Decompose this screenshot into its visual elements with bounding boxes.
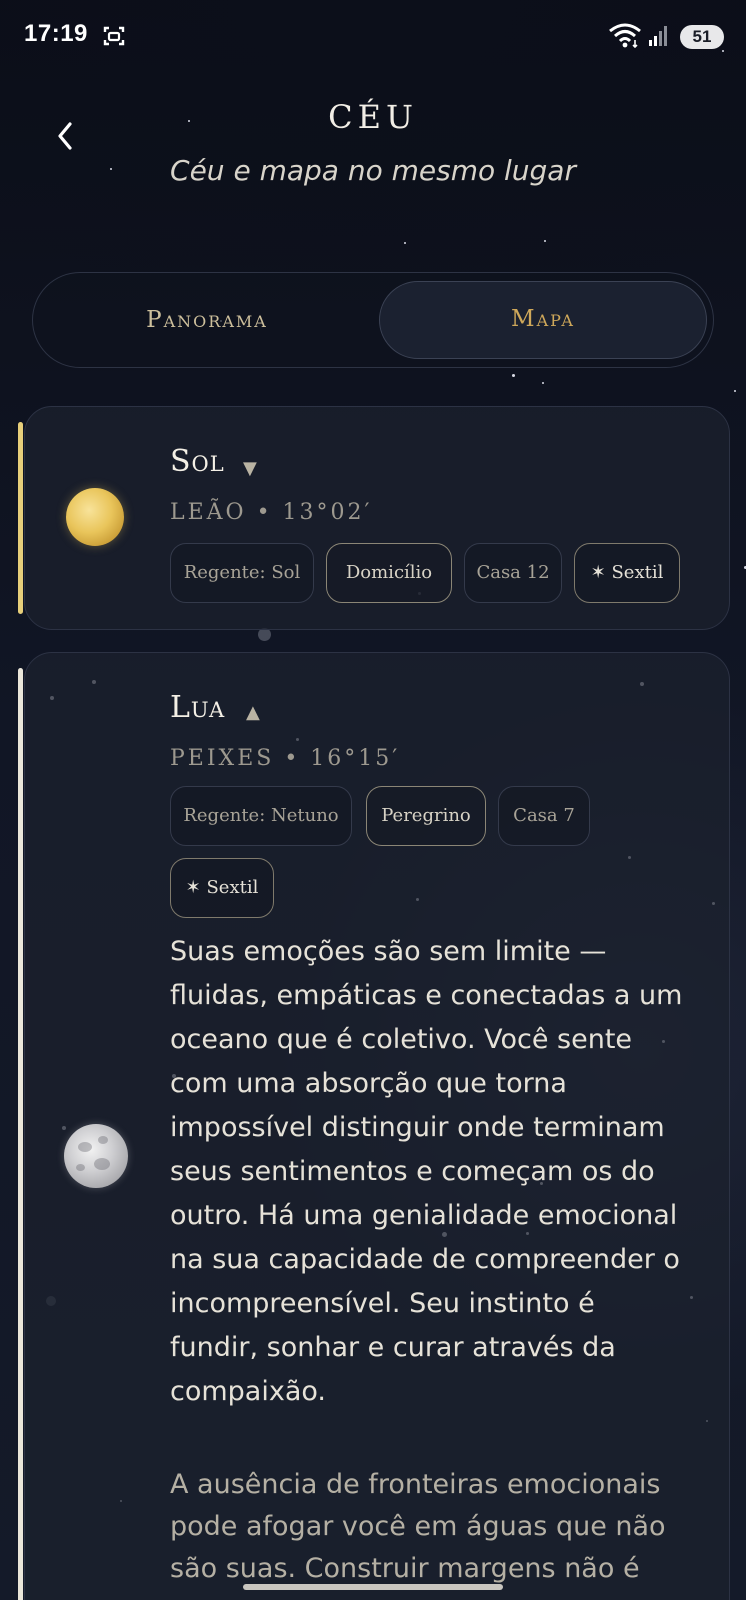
signal-icon (649, 26, 667, 46)
caret-up-icon[interactable]: ▲ (246, 702, 260, 723)
star (544, 240, 546, 242)
chip-aspecto-lua[interactable]: ✶ Sextil (170, 858, 274, 918)
accent-bar-sol (18, 422, 23, 614)
chip-dignidade-sol: Domicílio (326, 543, 452, 603)
chip-regente-sol: Regente: Sol (170, 543, 314, 603)
planet-sign-lua: PEIXES • 16°15′ (170, 746, 401, 771)
chip-casa-lua: Casa 7 (498, 786, 590, 846)
chip-regente-lua: Regente: Netuno (170, 786, 352, 846)
planet-description-lua: Suas emoções são sem limite — fluidas, e… (170, 936, 683, 1407)
sun-icon (66, 488, 124, 546)
status-time: 17:19 (24, 20, 88, 47)
page-subtitle: Céu e mapa no mesmo lugar (170, 154, 576, 187)
caret-down-icon[interactable]: ▼ (243, 458, 257, 479)
screenshot-icon (103, 26, 125, 46)
planet-note-lua: A ausência de fronteiras emocionais pode… (170, 1469, 666, 1584)
view-segmented-control: Panorama Mapa (32, 272, 714, 368)
wifi-icon (609, 23, 641, 48)
planet-name-sol: Sol (170, 444, 225, 479)
chip-dignidade-lua: Peregrino (366, 786, 486, 846)
star (734, 390, 736, 392)
chip-casa-sol: Casa 12 (464, 543, 562, 603)
planet-sign-sol: LEÃO • 13°02′ (170, 500, 373, 525)
planet-name-lua: Lua (170, 690, 226, 725)
chip-aspecto-sol[interactable]: ✶ Sextil (574, 543, 680, 603)
tab-panorama[interactable]: Panorama (41, 281, 373, 359)
star (542, 382, 544, 384)
home-indicator[interactable] (243, 1584, 503, 1590)
battery-badge: 51 (680, 25, 724, 49)
tab-mapa[interactable]: Mapa (379, 281, 707, 359)
star (512, 374, 515, 377)
moon-icon (64, 1124, 128, 1188)
page-title: CÉU (328, 98, 418, 136)
status-bar: 17:19 51 (0, 0, 746, 72)
accent-bar-lua (18, 668, 23, 1600)
star (404, 242, 406, 244)
